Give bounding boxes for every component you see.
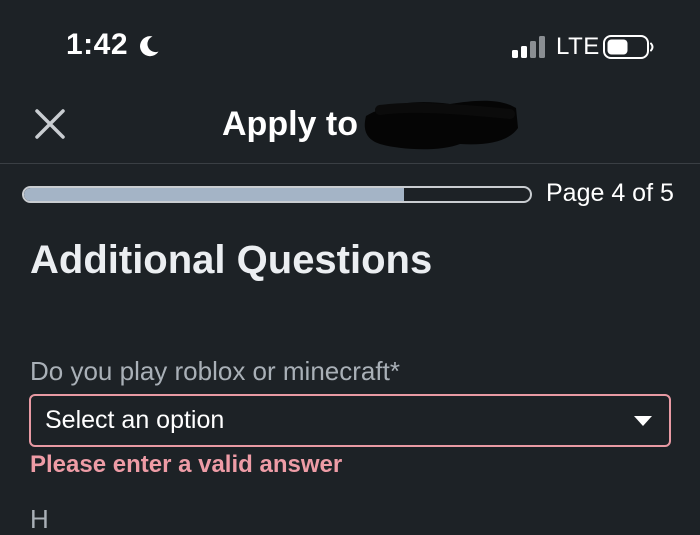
status-time: 1:42 (66, 28, 129, 61)
redaction-scribble (364, 100, 518, 150)
progress-fill (24, 188, 404, 201)
select-value: Select an option (45, 406, 225, 434)
page-indicator: Page 4 of 5 (546, 179, 674, 207)
question-label: Do you play roblox or minecraft* (30, 356, 400, 386)
battery-icon (603, 35, 654, 59)
error-message: Please enter a valid answer (30, 451, 343, 478)
modal-header: Apply to Ja (0, 88, 700, 164)
status-bar: 1:42 LTE (0, 0, 700, 88)
next-question-label: H (30, 504, 49, 534)
progress-row: Page 4 of 5 (0, 178, 700, 210)
network-type: LTE (556, 33, 600, 60)
section-title: Additional Questions (30, 238, 433, 282)
answer-select[interactable]: Select an option (29, 394, 671, 447)
close-icon[interactable] (30, 104, 70, 144)
moon-icon (140, 36, 159, 57)
chevron-down-icon (634, 416, 652, 426)
progress-bar (22, 186, 532, 203)
signal-icon (512, 36, 545, 58)
